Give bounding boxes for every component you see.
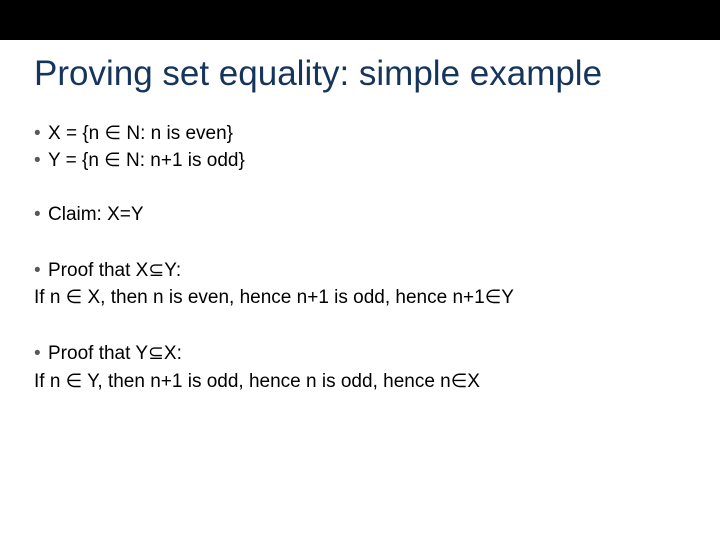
- slide: Proving set equality: simple example • X…: [0, 0, 720, 540]
- proof-xy-group: • Proof that X⊆Y: If n ∈ X, then n is ev…: [34, 258, 686, 311]
- top-bar: [0, 0, 720, 40]
- bullet-item: • Y = {n ∈ N: n+1 is odd}: [34, 148, 686, 174]
- proof-yx-group: • Proof that Y⊆X: If n ∈ Y, then n+1 is …: [34, 341, 686, 394]
- slide-body: • X = {n ∈ N: n is even} • Y = {n ∈ N: n…: [34, 121, 686, 394]
- claim-group: • Claim: X=Y: [34, 202, 686, 228]
- proof-line: If n ∈ Y, then n+1 is odd, hence n is od…: [34, 369, 686, 395]
- bullet-text: Claim: X=Y: [48, 202, 686, 228]
- proof-line: If n ∈ X, then n is even, hence n+1 is o…: [34, 285, 686, 311]
- bullet-icon: •: [34, 341, 48, 367]
- definitions-group: • X = {n ∈ N: n is even} • Y = {n ∈ N: n…: [34, 121, 686, 174]
- bullet-icon: •: [34, 148, 48, 174]
- bullet-text: Proof that X⊆Y:: [48, 258, 686, 284]
- bullet-icon: •: [34, 202, 48, 228]
- slide-title: Proving set equality: simple example: [34, 56, 720, 93]
- bullet-text: X = {n ∈ N: n is even}: [48, 121, 686, 147]
- bullet-icon: •: [34, 121, 48, 147]
- bullet-item: • Proof that X⊆Y:: [34, 258, 686, 284]
- bullet-text: Y = {n ∈ N: n+1 is odd}: [48, 148, 686, 174]
- bullet-text: Proof that Y⊆X:: [48, 341, 686, 367]
- bullet-item: • Claim: X=Y: [34, 202, 686, 228]
- bullet-item: • Proof that Y⊆X:: [34, 341, 686, 367]
- bullet-item: • X = {n ∈ N: n is even}: [34, 121, 686, 147]
- bullet-icon: •: [34, 258, 48, 284]
